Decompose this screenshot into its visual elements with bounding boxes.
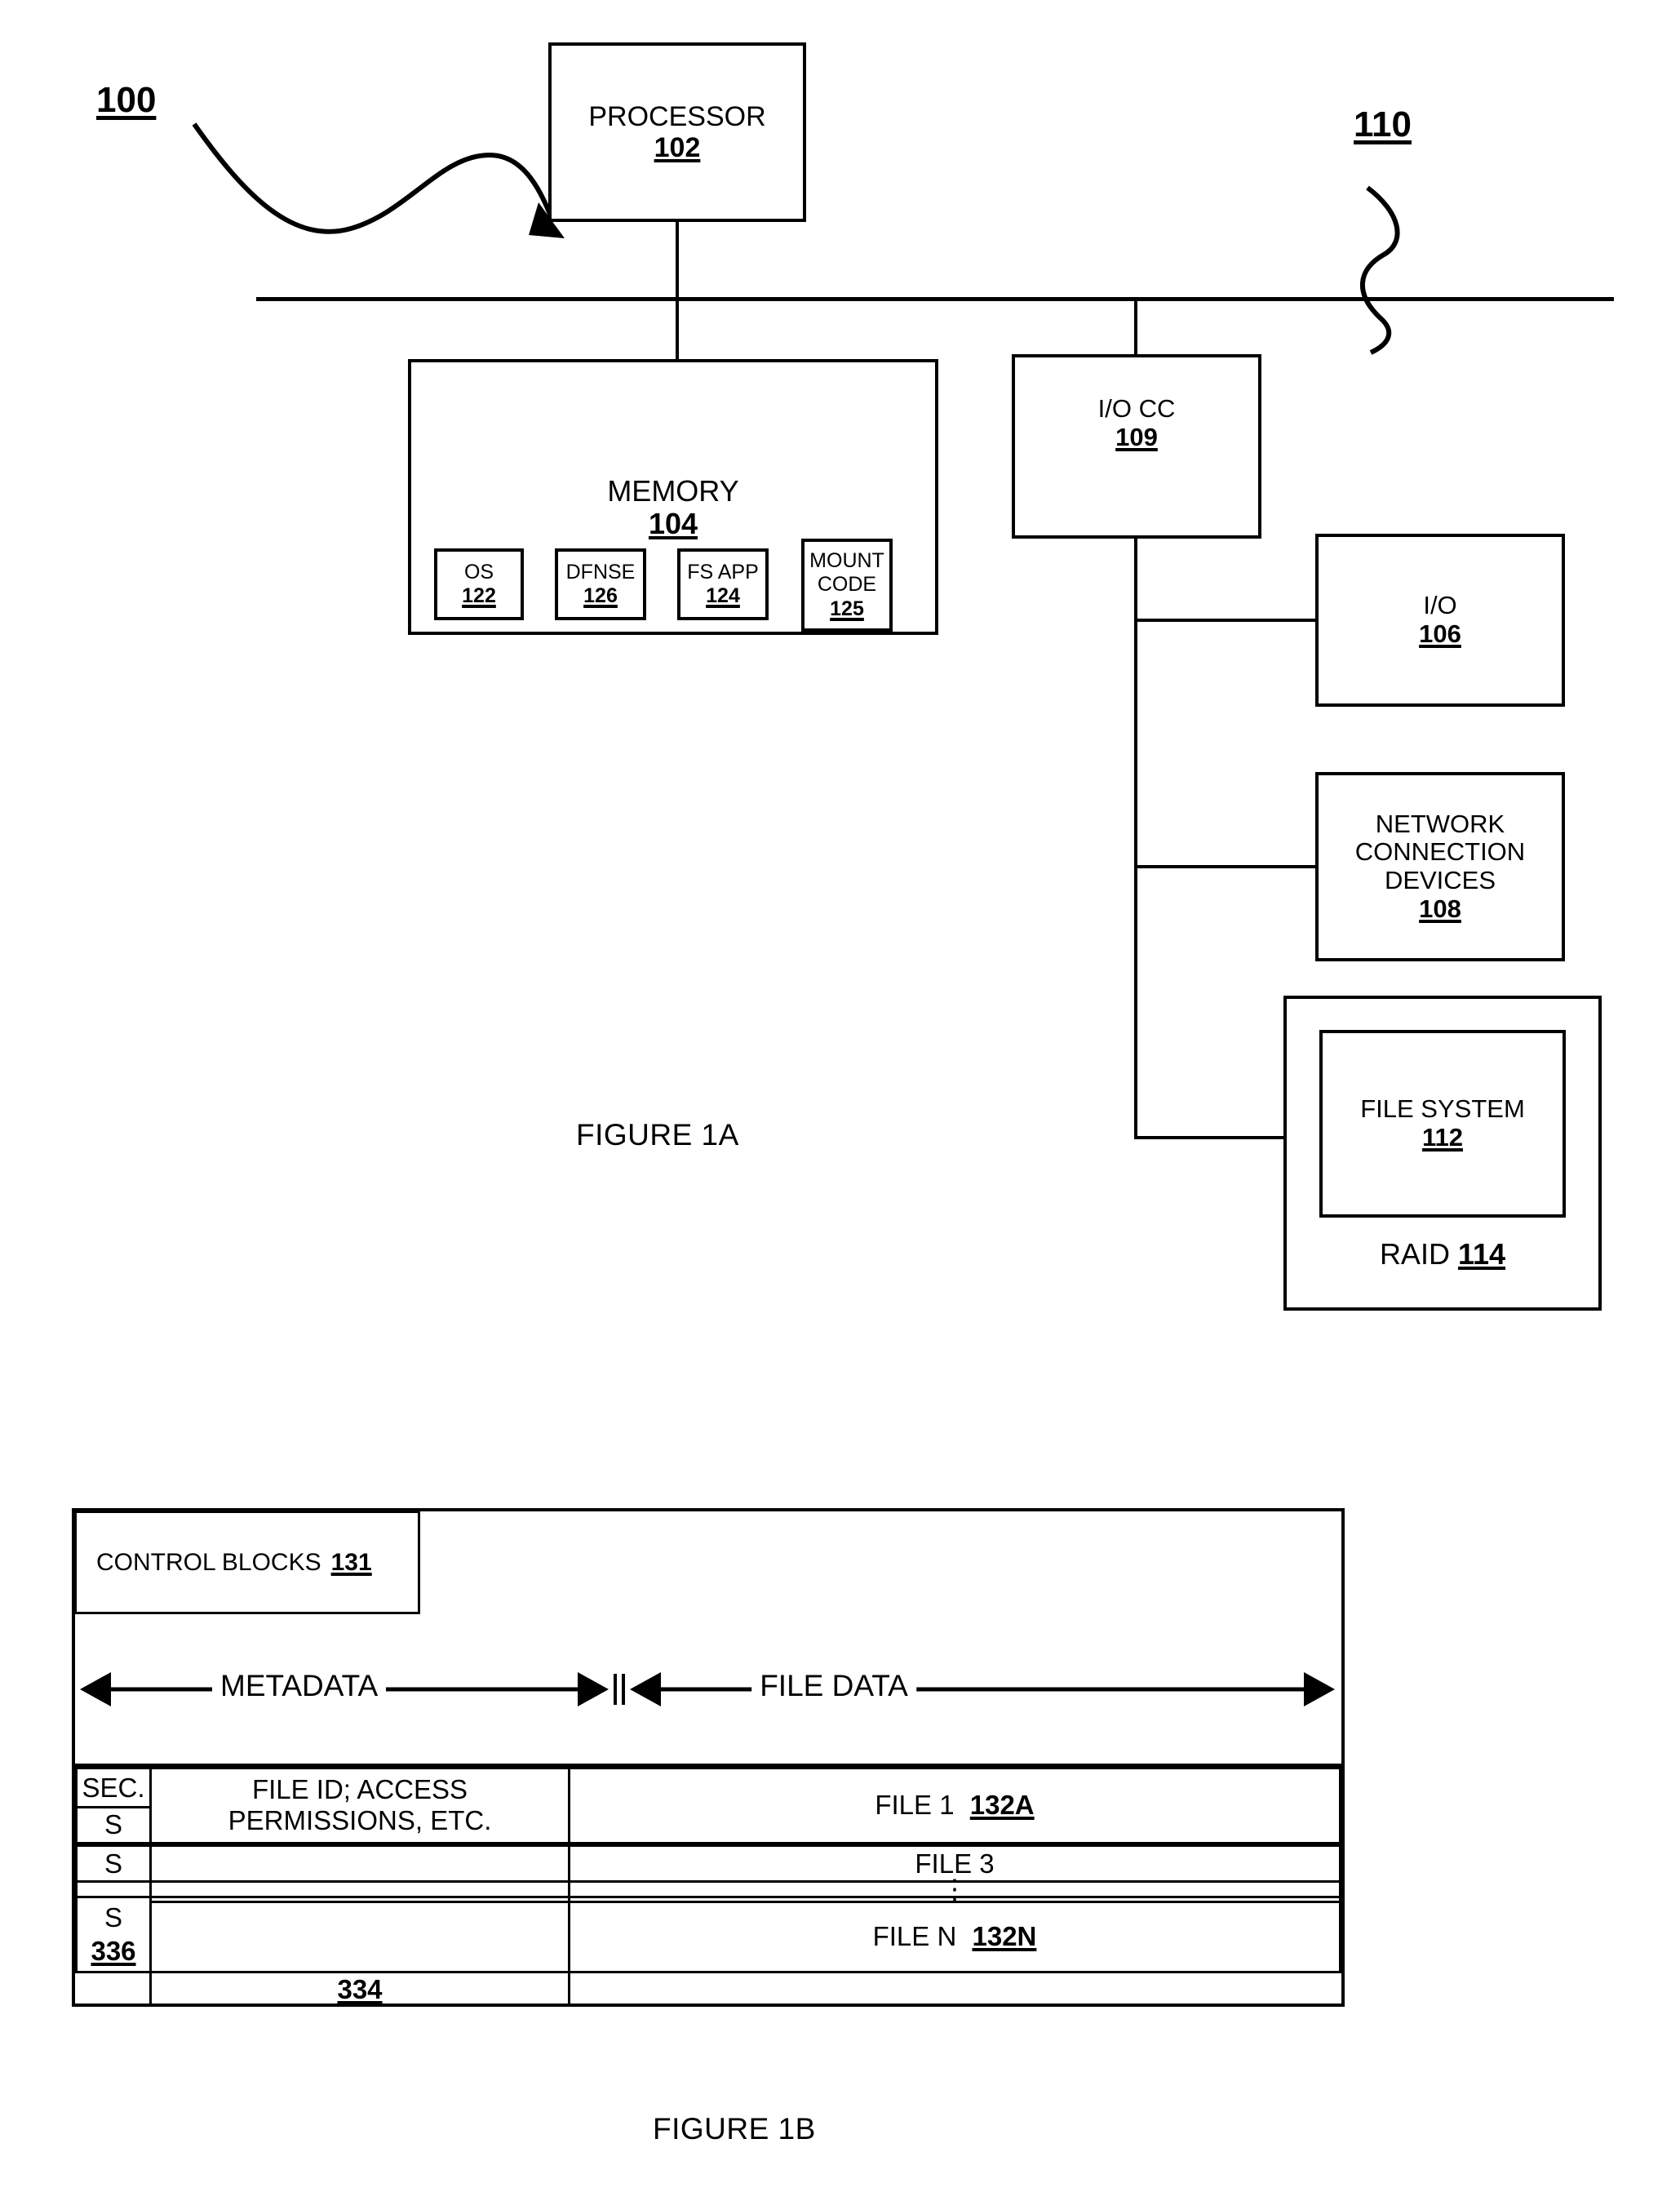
filedata-right-arrowhead [1304, 1672, 1335, 1706]
connector-processor-bus [676, 222, 679, 300]
io-ref: 106 [1419, 619, 1461, 648]
cell-metadata-row6 [149, 1900, 570, 1973]
iocc-ref: 109 [1115, 422, 1158, 451]
leader-curve-100 [192, 122, 556, 234]
sec-header-label: SEC. [82, 1772, 145, 1803]
connector-iocc-trunk [1134, 535, 1137, 1139]
filedata-left-arrowhead [630, 1672, 661, 1706]
os-title: OS [463, 560, 494, 584]
table-row: S FILE 3 [75, 1844, 1341, 1884]
file-system-block: FILE SYSTEM 112 [1319, 1030, 1566, 1218]
memory-component-dfnse: DFNSE 126 [555, 548, 646, 620]
cell-sec-row4 [75, 1880, 152, 1898]
table-row: 334 [76, 1970, 1341, 2007]
cell-metadata-ref-334: 334 [149, 1970, 570, 2007]
raid-ref: 114 [1457, 1237, 1506, 1271]
iocc-title: I/O CC [1097, 394, 1176, 423]
sec-ref-stack: S 336 [78, 1901, 149, 1968]
netdev-title-line1: NETWORK [1375, 809, 1505, 838]
fs-app-ref: 124 [706, 584, 740, 607]
cell-sec-row7 [76, 1970, 152, 2007]
file-layout-table: SEC. FILE ID; ACCESS PERMISSIONS, ETC. F… [75, 1764, 1341, 2007]
memory-component-os: OS 122 [434, 548, 524, 620]
sec-stack: SEC. [78, 1771, 149, 1804]
sec-ref-336: 336 [91, 1936, 136, 1967]
fs-app-title: FS APP [687, 560, 759, 584]
memory-component-mount-code: MOUNT CODE 125 [801, 539, 893, 632]
file-n-label: FILE N [872, 1921, 957, 1952]
connector-bus-memory [676, 297, 679, 362]
netdev-title-line2: CONNECTION [1354, 837, 1526, 867]
figure-1b-diagram: CONTROL BLOCKS 131 METADATA FILE DATA SE… [72, 1508, 1345, 2007]
file-n-ref: 132N [972, 1921, 1037, 1952]
system-ref-label-100: 100 [96, 80, 157, 120]
file-system-title: FILE SYSTEM [1360, 1094, 1525, 1124]
connector-trunk-network [1134, 865, 1319, 868]
memory-components-group: OS 122 DFNSE 126 FS APP 124 MOUNT CODE 1… [411, 362, 935, 632]
bus-ref-label-110: 110 [1354, 104, 1412, 144]
memory-component-fs-app: FS APP 124 [677, 548, 769, 620]
cell-sec-header: SEC. [75, 1767, 152, 1808]
connector-trunk-io [1134, 619, 1319, 622]
metadata-span-label: METADATA [212, 1669, 387, 1703]
dfnse-ref: 126 [583, 584, 618, 607]
raid-title: RAID [1379, 1237, 1450, 1271]
file-1-ref: 132A [969, 1790, 1035, 1821]
mount-code-title-line2: CODE [817, 573, 877, 597]
processor-title: PROCESSOR [588, 100, 766, 132]
raid-label-group: RAID 114 [1283, 1237, 1602, 1271]
processor-ref: 102 [654, 132, 701, 163]
metadata-left-arrowhead [80, 1672, 111, 1706]
netdev-title-line3: DEVICES [1384, 866, 1496, 894]
metadata-right-arrowhead [578, 1672, 609, 1706]
cell-sec-row1: S [75, 1805, 152, 1844]
table: SEC. FILE ID; ACCESS PERMISSIONS, ETC. F… [75, 1767, 1341, 2007]
io-title: I/O [1423, 591, 1457, 620]
file-1-label: FILE 1 [875, 1790, 955, 1821]
connector-bus-iocc [1134, 297, 1137, 357]
mount-code-ref: 125 [830, 597, 864, 620]
cell-metadata-row4 [149, 1880, 570, 1898]
system-bus-line [256, 297, 1614, 301]
cell-file-n: FILE N 132N [568, 1900, 1341, 1973]
cell-metadata-row3 [149, 1844, 570, 1884]
table-row: ⋮ [75, 1875, 1341, 1902]
file-system-ref: 112 [1421, 1123, 1463, 1152]
span-arrows-row: METADATA FILE DATA [75, 1615, 1341, 1764]
table-row: SEC. FILE ID; ACCESS PERMISSIONS, ETC. F… [75, 1767, 1341, 1844]
io-block: I/O 106 [1315, 534, 1565, 707]
control-blocks-box: CONTROL BLOCKS 131 [74, 1511, 420, 1614]
control-blocks-label: CONTROL BLOCKS [96, 1548, 321, 1576]
memory-block: MEMORY 104 OS 122 DFNSE 126 FS APP 124 M… [408, 359, 938, 635]
mount-code-title-line1: MOUNT [809, 548, 884, 572]
figure-1b-caption: FIGURE 1B [653, 2112, 816, 2146]
iocc-title-group: I/O CC 109 [1097, 394, 1176, 451]
leader-squiggle-110 [1359, 185, 1400, 355]
cell-file-1: FILE 1 132A [568, 1767, 1341, 1844]
metadata-ref-334: 334 [337, 1974, 383, 2005]
cell-metadata-header: FILE ID; ACCESS PERMISSIONS, ETC. [149, 1767, 570, 1844]
cell-file-ellipsis: ⋮ [568, 1875, 1341, 1902]
table-row: FILE N 132N [77, 1900, 1341, 1973]
network-connection-devices-block: NETWORK CONNECTION DEVICES 108 [1315, 772, 1565, 961]
dfnse-title: DFNSE [565, 560, 636, 584]
metadata-header-line1: FILE ID; ACCESS [251, 1774, 468, 1805]
cell-sec-ref-group: S 336 [75, 1895, 152, 1972]
io-channel-controller-block: I/O CC 109 [1012, 354, 1261, 539]
metadata-header-line2: PERMISSIONS, ETC. [228, 1805, 492, 1836]
filedata-span-label: FILE DATA [751, 1669, 916, 1703]
control-blocks-ref: 131 [330, 1548, 372, 1576]
figure-1a-caption: FIGURE 1A [576, 1118, 739, 1152]
cell-sec-row3: S [75, 1844, 152, 1884]
netdev-ref: 108 [1419, 894, 1461, 923]
os-ref: 122 [462, 584, 496, 607]
patent-figure-page: 100 110 PROCESSOR 102 MEMORY 104 OS 122 … [0, 0, 1680, 2201]
cell-file-row7 [568, 1970, 1341, 2007]
processor-block: PROCESSOR 102 [548, 42, 806, 222]
sec-row5-label: S [104, 1901, 122, 1933]
